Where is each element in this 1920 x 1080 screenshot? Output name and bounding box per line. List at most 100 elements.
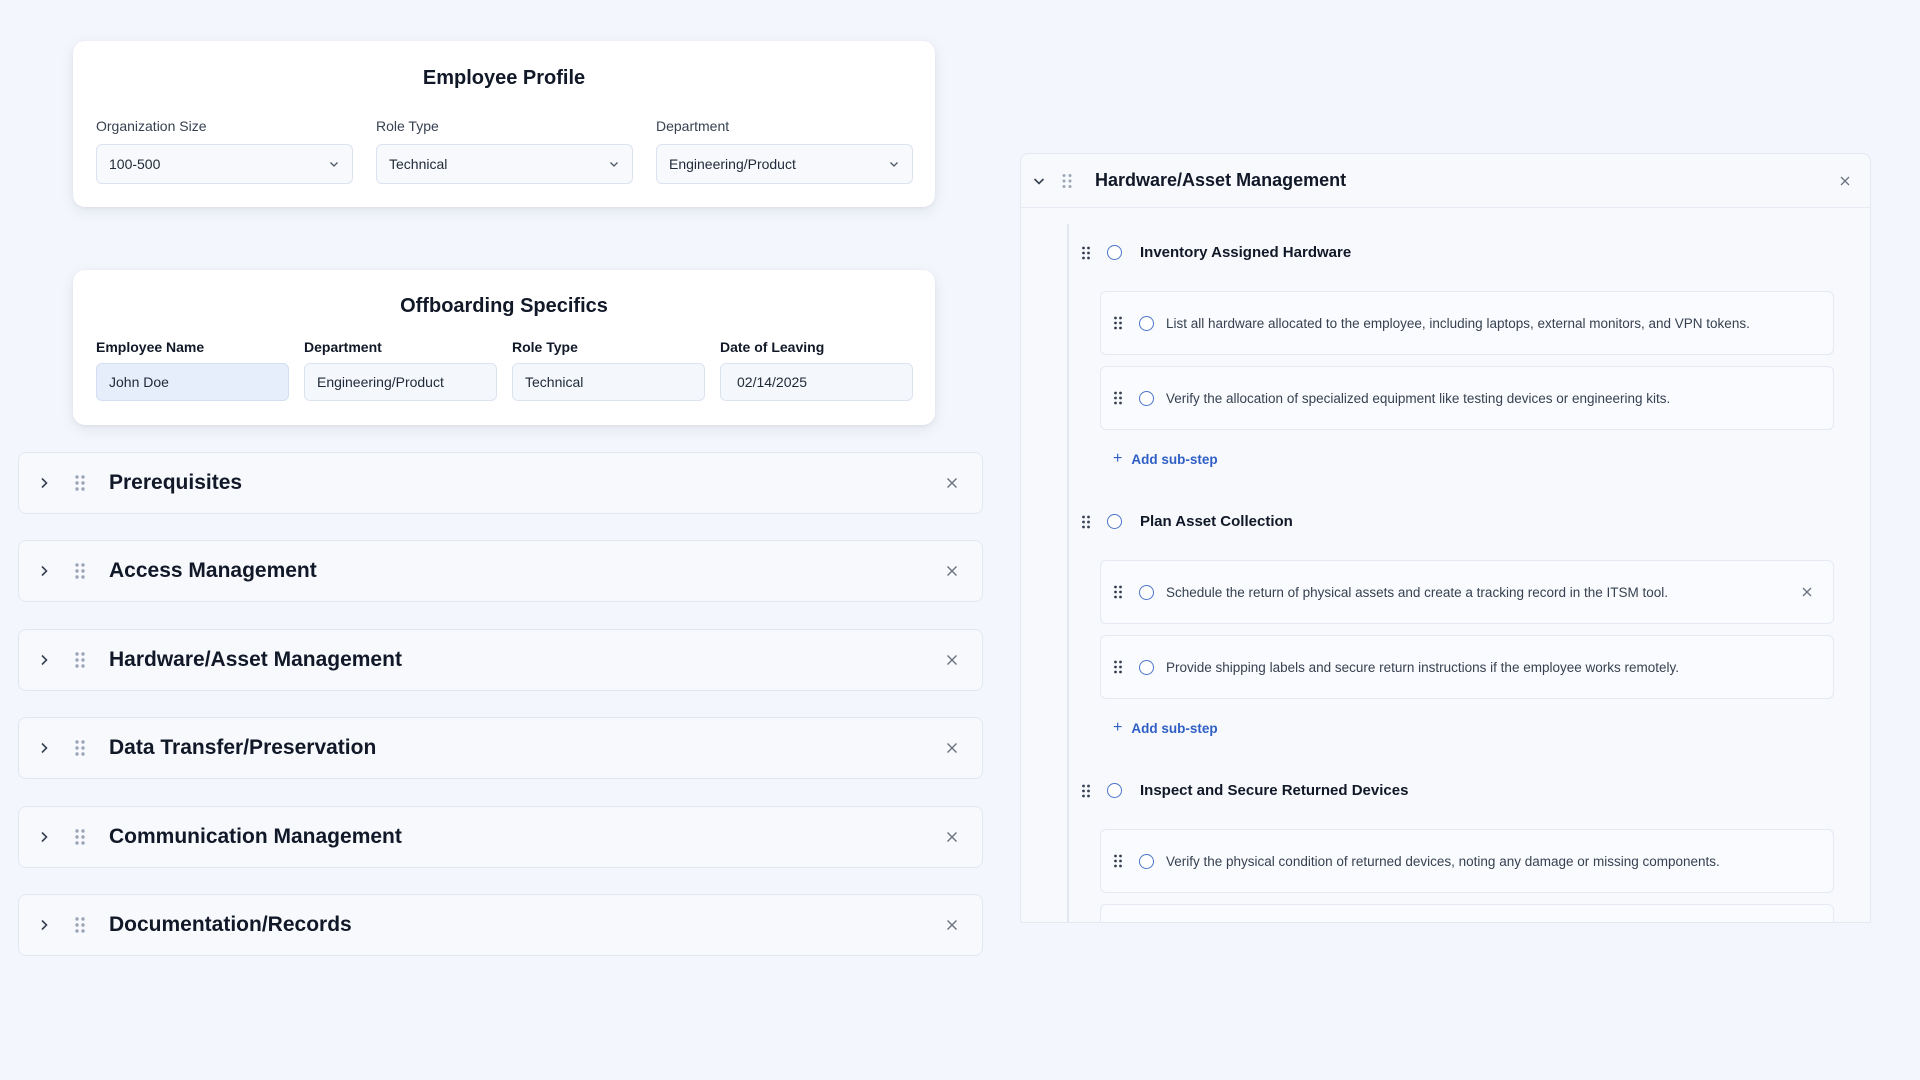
step-item[interactable]: Inventory Assigned Hardware — [1081, 244, 1351, 261]
drag-handle-icon[interactable] — [1113, 585, 1123, 599]
org-size-select[interactable]: 100-500 — [96, 144, 353, 184]
substep-checkbox[interactable] — [1139, 315, 1154, 331]
substep-item[interactable]: Provide shipping labels and secure retur… — [1100, 635, 1834, 699]
close-icon[interactable] — [940, 736, 964, 760]
section-communication-management[interactable]: Communication Management — [18, 806, 983, 868]
org-size-label: Organization Size — [96, 118, 207, 134]
close-icon[interactable] — [940, 471, 964, 495]
drag-handle-icon[interactable] — [73, 739, 87, 757]
role-type-label: Role Type — [376, 118, 439, 134]
close-icon[interactable] — [940, 825, 964, 849]
drag-handle-icon[interactable] — [1081, 246, 1091, 260]
date-of-leaving-field: Date of Leaving 02/14/2025 — [720, 339, 913, 401]
department-label: Department — [656, 118, 730, 134]
step-title: Plan Asset Collection — [1140, 513, 1293, 530]
panel-title: Hardware/Asset Management — [1095, 170, 1347, 190]
substep-text: Verify the allocation of specialized equ… — [1166, 390, 1671, 406]
section-title: Hardware/Asset Management — [109, 648, 402, 671]
substep-item[interactable]: List all hardware allocated to the emplo… — [1100, 291, 1834, 355]
chevron-down-icon — [610, 162, 618, 167]
close-icon[interactable] — [1797, 582, 1817, 602]
employee-profile-card: Employee Profile Organization Size 100-5… — [73, 41, 935, 207]
offboarding-title: Offboarding Specifics — [400, 295, 608, 317]
add-substep-button[interactable]: + Add sub-step — [1113, 450, 1218, 468]
drag-handle-icon[interactable] — [73, 474, 87, 492]
substep-text: Schedule the return of physical assets a… — [1166, 584, 1669, 600]
chevron-down-icon — [890, 162, 898, 167]
close-icon[interactable] — [940, 559, 964, 583]
offboarding-card: Offboarding Specifics Employee Name John… — [73, 270, 935, 425]
substep-text: List all hardware allocated to the emplo… — [1166, 315, 1750, 331]
role-type-value: Technical — [389, 156, 448, 172]
employee-name-input[interactable]: John Doe — [96, 363, 289, 401]
chevron-right-icon[interactable] — [31, 470, 57, 496]
chevron-down-icon[interactable] — [1029, 171, 1049, 191]
hardware-detail-panel: Hardware/Asset Management Inventory Assi… — [1020, 153, 1871, 923]
section-access-management[interactable]: Access Management — [18, 540, 983, 602]
substep-item[interactable]: Verify the allocation of specialized equ… — [1100, 366, 1834, 430]
section-title: Access Management — [109, 559, 317, 582]
section-data-transfer[interactable]: Data Transfer/Preservation — [18, 717, 983, 779]
section-hardware-asset-management[interactable]: Hardware/Asset Management — [18, 629, 983, 691]
drag-handle-icon[interactable] — [73, 651, 87, 669]
section-title: Prerequisites — [109, 471, 243, 494]
step-title: Inspect and Secure Returned Devices — [1140, 782, 1409, 799]
employee-name-field: Employee Name John Doe — [96, 339, 289, 401]
substep-item[interactable]: Schedule the return of physical assets a… — [1100, 560, 1834, 624]
section-documentation-records[interactable]: Documentation/Records — [18, 894, 983, 956]
substep-checkbox[interactable] — [1139, 853, 1154, 869]
substep-checkbox[interactable] — [1139, 659, 1154, 675]
drag-handle-icon[interactable] — [1113, 854, 1123, 868]
add-substep-button[interactable]: + Add sub-step — [1113, 719, 1218, 737]
drag-handle-icon[interactable] — [73, 916, 87, 934]
date-of-leaving-input[interactable]: 02/14/2025 — [720, 363, 913, 401]
section-title: Data Transfer/Preservation — [109, 736, 377, 759]
drag-handle-icon[interactable] — [73, 828, 87, 846]
substep-item[interactable]: Verify the physical condition of returne… — [1100, 829, 1834, 893]
close-icon[interactable] — [940, 913, 964, 937]
substep-text: Provide shipping labels and secure retur… — [1166, 659, 1679, 675]
drag-handle-icon[interactable] — [1113, 660, 1123, 674]
department-select[interactable]: Engineering/Product — [656, 144, 913, 184]
drag-handle-icon[interactable] — [1081, 515, 1091, 529]
chevron-right-icon[interactable] — [31, 912, 57, 938]
role-type-field: Role Type Technical — [376, 118, 633, 184]
chevron-right-icon[interactable] — [31, 824, 57, 850]
close-icon[interactable] — [940, 648, 964, 672]
section-title: Documentation/Records — [109, 913, 352, 936]
step-connector-line — [1067, 224, 1069, 922]
org-size-value: 100-500 — [109, 156, 161, 172]
step-checkbox[interactable] — [1107, 245, 1122, 260]
drag-handle-icon[interactable] — [1113, 391, 1123, 405]
drag-handle-icon[interactable] — [1061, 173, 1073, 189]
chevron-right-icon[interactable] — [31, 735, 57, 761]
close-icon[interactable] — [1836, 172, 1854, 190]
offboarding-department-input[interactable]: Engineering/Product — [304, 363, 497, 401]
section-prerequisites[interactable]: Prerequisites — [18, 452, 983, 514]
offboarding-role-input[interactable]: Technical — [512, 363, 705, 401]
substep-item-partial[interactable] — [1100, 904, 1834, 922]
step-checkbox[interactable] — [1107, 783, 1122, 798]
drag-handle-icon[interactable] — [1113, 316, 1123, 330]
drag-handle-icon[interactable] — [73, 562, 87, 580]
drag-handle-icon[interactable] — [1081, 784, 1091, 798]
step-checkbox[interactable] — [1107, 514, 1122, 529]
chevron-down-icon — [330, 162, 338, 167]
substep-text: Verify the physical condition of returne… — [1166, 853, 1720, 869]
chevron-right-icon[interactable] — [31, 647, 57, 673]
employee-name-label: Employee Name — [96, 339, 205, 355]
step-title: Inventory Assigned Hardware — [1140, 244, 1352, 261]
date-of-leaving-label: Date of Leaving — [720, 339, 825, 355]
substep-checkbox[interactable] — [1139, 584, 1154, 600]
substep-checkbox[interactable] — [1139, 390, 1154, 406]
plus-icon: + — [1113, 719, 1123, 736]
chevron-right-icon[interactable] — [31, 558, 57, 584]
role-type-select[interactable]: Technical — [376, 144, 633, 184]
department-field: Department Engineering/Product — [656, 118, 913, 184]
department-value: Engineering/Product — [669, 156, 796, 172]
step-item[interactable]: Inspect and Secure Returned Devices — [1081, 782, 1408, 799]
add-substep-label: Add sub-step — [1131, 451, 1218, 467]
offboarding-role-label: Role Type — [512, 339, 578, 355]
step-item[interactable]: Plan Asset Collection — [1081, 513, 1293, 530]
offboarding-role-field: Role Type Technical — [512, 339, 705, 401]
